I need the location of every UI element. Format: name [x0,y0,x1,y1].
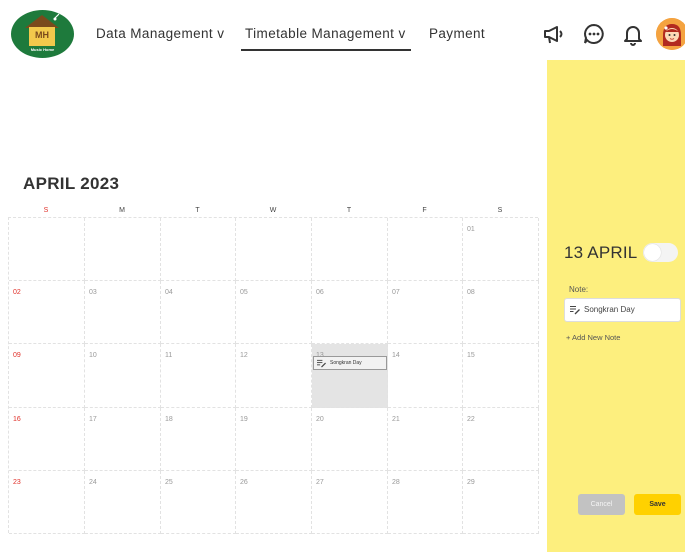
toggle-knob [644,244,661,261]
calendar-day-cell[interactable]: 14 [388,344,463,408]
cancel-button[interactable]: Cancel [578,494,625,515]
save-button[interactable]: Save [634,494,681,515]
calendar-day-cell[interactable]: 29 [463,471,539,534]
day-number: 12 [240,352,248,359]
calendar-day-cell[interactable]: 08 [463,281,539,344]
chat-icon[interactable] [582,22,606,46]
megaphone-icon[interactable] [542,22,566,46]
calendar-day-cell[interactable]: 10 [85,344,161,408]
calendar-day-cell[interactable] [9,218,85,281]
calendar-day-cell[interactable]: 20 [312,408,388,471]
logo[interactable]: MH Music Home [11,10,74,58]
calendar-day-cell[interactable]: 22 [463,408,539,471]
calendar-day-cell[interactable]: 19 [236,408,312,471]
calendar-day-cell[interactable]: 18 [161,408,236,471]
day-number: 03 [89,289,97,296]
calendar-day-cell[interactable]: 15 [463,344,539,408]
nav-timetable-management[interactable]: Timetable Management v [245,26,406,41]
calendar-day-cell[interactable]: 02 [9,281,85,344]
day-detail-panel: 13 APRIL Note: Songkran Day + Add New No… [547,60,685,552]
day-number: 15 [467,352,475,359]
day-number: 27 [316,479,324,486]
note-edit-icon [570,306,580,315]
calendar-month-title: APRIL 2023 [23,174,120,193]
day-number: 29 [467,479,475,486]
calendar-day-cell[interactable]: 28 [388,471,463,534]
bell-icon[interactable] [621,22,645,46]
day-number: 24 [89,479,97,486]
event-chip[interactable]: Songkran Day [313,356,387,370]
weekday-label: F [422,207,427,214]
timetable-page: MH Music Home Data Management v Timetabl… [0,0,685,552]
calendar-day-cell[interactable]: 12 [236,344,312,408]
note-label: Note: [569,285,589,294]
day-number: 01 [467,226,475,233]
day-number: 11 [165,352,173,359]
day-number: 26 [240,479,248,486]
day-number: 20 [316,416,324,423]
calendar-day-cell[interactable]: 24 [85,471,161,534]
calendar-day-cell[interactable] [236,218,312,281]
calendar-day-cell[interactable]: 27 [312,471,388,534]
calendar-day-cell[interactable]: 26 [236,471,312,534]
note-input[interactable]: Songkran Day [564,298,681,322]
weekday-label: S [497,207,503,214]
calendar-day-cell[interactable]: 21 [388,408,463,471]
day-number: 05 [240,289,248,296]
note-edit-icon [317,359,326,368]
weekday-label: T [195,207,200,214]
day-number: 07 [392,289,400,296]
day-number: 08 [467,289,475,296]
calendar-day-cell[interactable]: 05 [236,281,312,344]
calendar-day-cell[interactable]: 11 [161,344,236,408]
calendar-day-cell[interactable]: 25 [161,471,236,534]
active-nav-underline [241,49,411,51]
calendar-day-cell[interactable]: 03 [85,281,161,344]
weekday-label: M [119,207,125,214]
logo-text: MH [35,30,49,40]
day-number: 02 [13,289,21,296]
event-chip-label: Songkran Day [330,360,362,366]
day-number: 21 [392,416,400,423]
add-new-note-link[interactable]: + Add New Note [566,333,620,342]
weekday-label: S [43,207,49,214]
day-number: 16 [13,416,21,423]
day-number: 10 [89,352,97,359]
calendar-day-cell[interactable]: 07 [388,281,463,344]
user-avatar-icon [656,18,685,50]
day-number: 25 [165,479,173,486]
day-number: 28 [392,479,400,486]
day-number: 14 [392,352,400,359]
calendar-day-cell[interactable]: 13Songkran Day [312,344,388,408]
holiday-toggle[interactable] [643,243,678,262]
calendar-day-cell[interactable] [161,218,236,281]
calendar-day-cell[interactable]: 16 [9,408,85,471]
calendar-day-cell[interactable] [312,218,388,281]
calendar-day-cell[interactable]: 17 [85,408,161,471]
calendar-day-cell[interactable]: 09 [9,344,85,408]
logo-subtext: Music Home [30,47,55,52]
day-number: 19 [240,416,248,423]
day-number: 06 [316,289,324,296]
nav-data-management[interactable]: Data Management v [96,26,224,41]
nav-payment[interactable]: Payment [429,26,485,41]
calendar-grid: 01 02 03 04 05 06 07 08 09 10 11 12 13Songkran Day 14… [8,217,539,534]
calendar-day-cell[interactable] [388,218,463,281]
calendar-day-cell[interactable]: 23 [9,471,85,534]
day-number: 23 [13,479,21,486]
day-number: 04 [165,289,173,296]
day-number: 18 [165,416,173,423]
day-number: 22 [467,416,475,423]
avatar[interactable] [656,18,685,50]
panel-date-title: 13 APRIL [564,243,638,262]
weekday-label: W [269,207,277,214]
calendar-day-cell[interactable]: 04 [161,281,236,344]
day-number: 17 [89,416,97,423]
note-input-value: Songkran Day [584,305,635,314]
calendar-day-cell[interactable]: 01 [463,218,539,281]
weekday-label: T [346,207,352,214]
day-number: 09 [13,352,21,359]
calendar-day-cell[interactable] [85,218,161,281]
calendar-day-cell[interactable]: 06 [312,281,388,344]
